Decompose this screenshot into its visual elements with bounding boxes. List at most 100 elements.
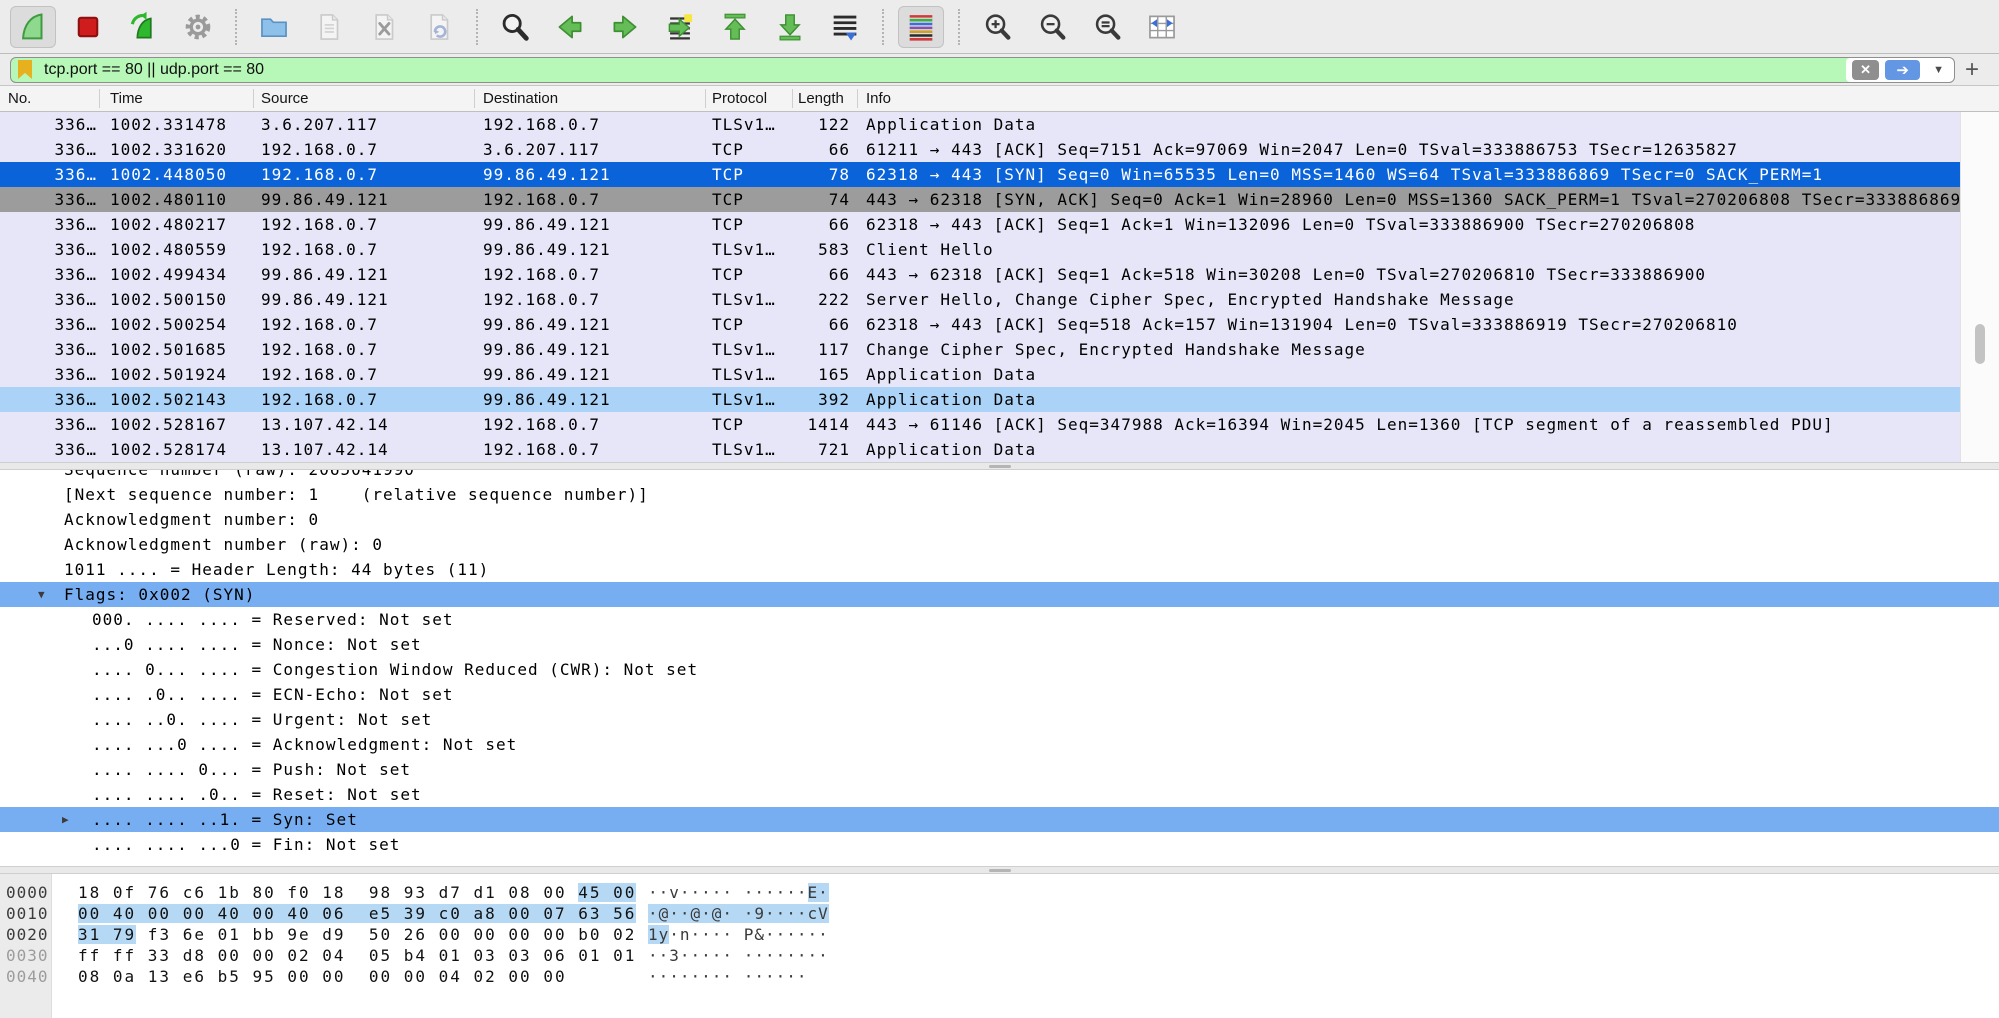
hex-row[interactable]: 0030ff ff 33 d8 00 00 02 04 05 b4 01 03 … (0, 945, 1999, 966)
chevron-down-icon[interactable]: ▼ (1933, 64, 1944, 76)
auto-scroll-icon[interactable] (822, 6, 868, 48)
column-header-protocol[interactable]: Protocol (712, 86, 767, 111)
next-packet-icon[interactable] (602, 6, 648, 48)
packet-row[interactable]: 336…1002.480559192.168.0.799.86.49.121TL… (0, 237, 1960, 262)
find-packet-icon[interactable] (492, 6, 538, 48)
first-packet-icon[interactable] (712, 6, 758, 48)
column-header-destination[interactable]: Destination (483, 86, 558, 111)
splitter-details-hex[interactable] (0, 866, 1999, 874)
open-file-folder-icon[interactable] (251, 6, 297, 48)
detail-line[interactable]: ▶.... .... ..1. = Syn: Set (0, 807, 1999, 832)
cell-destination: 192.168.0.7 (483, 412, 600, 437)
hex-ascii-selected: ·@··@·@· ·9····cV (648, 904, 829, 923)
packet-row[interactable]: 336…1002.500254192.168.0.799.86.49.121TC… (0, 312, 1960, 337)
go-to-packet-icon[interactable] (657, 6, 703, 48)
hex-row[interactable]: 004008 0a 13 e6 b5 95 00 00 00 00 04 02 … (0, 966, 1999, 987)
packet-row[interactable]: 336…1002.48011099.86.49.121192.168.0.7TC… (0, 187, 1960, 212)
hex-bytes-segment: ff ff 33 d8 00 00 02 04 05 b4 01 03 03 0… (78, 946, 636, 965)
stop-capture-icon[interactable] (65, 6, 111, 48)
hex-ascii[interactable]: ··v····· ······E· (648, 882, 829, 903)
column-header-source[interactable]: Source (261, 86, 309, 111)
resize-columns-icon[interactable] (1139, 6, 1185, 48)
expander-closed-icon[interactable]: ▶ (62, 807, 69, 832)
packet-row[interactable]: 336…1002.50015099.86.49.121192.168.0.7TL… (0, 287, 1960, 312)
restart-capture-icon[interactable] (120, 6, 166, 48)
packet-row[interactable]: 336…1002.49943499.86.49.121192.168.0.7TC… (0, 262, 1960, 287)
toolbar-separator (476, 9, 478, 45)
column-divider[interactable] (253, 89, 254, 108)
packet-row[interactable]: 336…1002.480217192.168.0.799.86.49.121TC… (0, 212, 1960, 237)
apply-filter-arrow-icon[interactable]: ➔ (1885, 60, 1920, 80)
cell-length: 66 (780, 312, 850, 337)
detail-line[interactable]: 1011 .... = Header Length: 44 bytes (11) (0, 557, 1999, 582)
splitter-list-details[interactable] (0, 462, 1999, 470)
hex-bytes[interactable]: 31 79 f3 6e 01 bb 9e d9 50 26 00 00 00 0… (78, 924, 636, 945)
packet-row[interactable]: 336…1002.448050192.168.0.799.86.49.121TC… (0, 162, 1960, 187)
cell-protocol: TCP (712, 162, 744, 187)
detail-line[interactable]: .... ..0. .... = Urgent: Not set (0, 707, 1999, 732)
display-filter-input[interactable]: tcp.port == 80 || udp.port == 80 ✕ ➔ ▼ (10, 57, 1955, 83)
packet-row[interactable]: 336…1002.52816713.107.42.14192.168.0.7TC… (0, 412, 1960, 437)
column-divider[interactable] (474, 89, 475, 108)
hex-row[interactable]: 001000 40 00 00 40 00 40 06 e5 39 c0 a8 … (0, 903, 1999, 924)
capture-options-gear-icon[interactable] (175, 6, 221, 48)
packet-row[interactable]: 336…1002.52817413.107.42.14192.168.0.7TL… (0, 437, 1960, 462)
column-divider[interactable] (857, 89, 858, 108)
hex-bytes[interactable]: 08 0a 13 e6 b5 95 00 00 00 00 04 02 00 0… (78, 966, 567, 987)
colorize-icon[interactable] (898, 6, 944, 48)
column-divider[interactable] (99, 89, 100, 108)
packet-row[interactable]: 336…1002.502143192.168.0.799.86.49.121TL… (0, 387, 1960, 412)
column-header-time[interactable]: Time (110, 86, 143, 111)
bookmark-icon[interactable] (18, 60, 32, 79)
start-capture-fin-icon[interactable] (10, 6, 56, 48)
packet-row[interactable]: 336…1002.501685192.168.0.799.86.49.121TL… (0, 337, 1960, 362)
column-header-no[interactable]: No. (8, 86, 31, 111)
zoom-in-icon[interactable] (974, 6, 1020, 48)
zoom-reset-icon[interactable] (1084, 6, 1130, 48)
detail-line[interactable]: ...0 .... .... = Nonce: Not set (0, 632, 1999, 657)
hex-row[interactable]: 002031 79 f3 6e 01 bb 9e d9 50 26 00 00 … (0, 924, 1999, 945)
save-file-icon[interactable] (306, 6, 352, 48)
hex-ascii[interactable]: ········ ······ (648, 966, 808, 987)
column-divider[interactable] (792, 89, 793, 108)
detail-line[interactable]: 000. .... .... = Reserved: Not set (0, 607, 1999, 632)
packet-row[interactable]: 336…1002.3314783.6.207.117192.168.0.7TLS… (0, 112, 1960, 137)
detail-line[interactable]: Sequence number (raw): 2065041990 (0, 470, 1999, 482)
column-divider[interactable] (705, 89, 706, 108)
clear-filter-icon[interactable]: ✕ (1852, 60, 1879, 80)
hex-ascii[interactable]: ··3····· ········ (648, 945, 829, 966)
cell-time: 1002.480110 (110, 187, 227, 212)
column-header-info[interactable]: Info (866, 86, 891, 111)
packet-row[interactable]: 336…1002.331620192.168.0.73.6.207.117TCP… (0, 137, 1960, 162)
detail-line[interactable]: [Next sequence number: 1 (relative seque… (0, 482, 1999, 507)
display-filter-value[interactable]: tcp.port == 80 || udp.port == 80 (44, 61, 1846, 79)
add-filter-button[interactable]: + (1955, 56, 1989, 84)
cell-time: 1002.528167 (110, 412, 227, 437)
hex-bytes[interactable]: 18 0f 76 c6 1b 80 f0 18 98 93 d7 d1 08 0… (78, 882, 636, 903)
hex-ascii[interactable]: ·@··@·@· ·9····cV (648, 903, 829, 924)
detail-line[interactable]: ▼Flags: 0x002 (SYN) (0, 582, 1999, 607)
column-header-length[interactable]: Length (798, 86, 844, 111)
packet-list-scrollbar[interactable] (1960, 112, 1999, 462)
detail-line[interactable]: .... .... ...0 = Fin: Not set (0, 832, 1999, 857)
detail-line[interactable]: Acknowledgment number (raw): 0 (0, 532, 1999, 557)
detail-line[interactable]: .... .0.. .... = ECN-Echo: Not set (0, 682, 1999, 707)
hex-bytes[interactable]: ff ff 33 d8 00 00 02 04 05 b4 01 03 03 0… (78, 945, 636, 966)
expander-open-icon[interactable]: ▼ (38, 582, 45, 607)
detail-line[interactable]: Acknowledgment number: 0 (0, 507, 1999, 532)
previous-packet-icon[interactable] (547, 6, 593, 48)
hex-ascii[interactable]: 1y·n···· P&······ (648, 924, 829, 945)
detail-line[interactable]: .... ...0 .... = Acknowledgment: Not set (0, 732, 1999, 757)
detail-line[interactable]: .... .... .0.. = Reset: Not set (0, 782, 1999, 807)
detail-line[interactable]: .... 0... .... = Congestion Window Reduc… (0, 657, 1999, 682)
scrollbar-thumb[interactable] (1975, 324, 1985, 364)
zoom-out-icon[interactable] (1029, 6, 1075, 48)
close-file-icon[interactable] (361, 6, 407, 48)
last-packet-icon[interactable] (767, 6, 813, 48)
reload-file-icon[interactable] (416, 6, 462, 48)
packet-row[interactable]: 336…1002.501924192.168.0.799.86.49.121TL… (0, 362, 1960, 387)
hex-row[interactable]: 000018 0f 76 c6 1b 80 f0 18 98 93 d7 d1 … (0, 882, 1999, 903)
detail-line[interactable]: .... .... 0... = Push: Not set (0, 757, 1999, 782)
hex-bytes[interactable]: 00 40 00 00 40 00 40 06 e5 39 c0 a8 00 0… (78, 903, 636, 924)
cell-info: Server Hello, Change Cipher Spec, Encryp… (866, 287, 1960, 312)
